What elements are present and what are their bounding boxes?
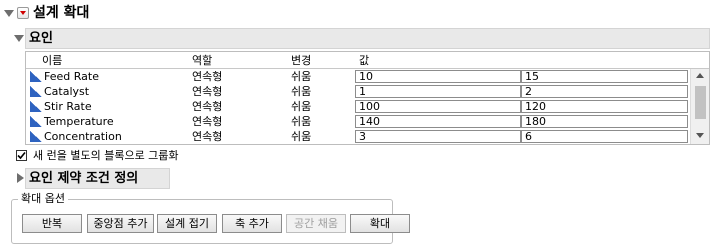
factor-name[interactable]: Concentration: [44, 129, 122, 144]
factors-table: 이름 역할 변경 값 Feed Rate 연속형 쉬움 10 15 Cataly…: [25, 51, 710, 145]
continuous-factor-icon: [30, 86, 42, 97]
space-filling-button[interactable]: 공간 채움: [286, 214, 346, 233]
scroll-up-icon[interactable]: [696, 73, 704, 78]
add-centerpoints-button[interactable]: 중앙점 추가: [87, 214, 154, 233]
factor-change: 쉬움: [291, 70, 312, 83]
augment-button[interactable]: 확대: [350, 214, 410, 233]
red-triangle-menu-icon[interactable]: [17, 7, 29, 19]
constraints-header[interactable]: 요인 제약 조건 정의: [25, 168, 170, 189]
augment-options-title: 확대 옵션: [18, 192, 68, 206]
vertical-scrollbar[interactable]: [690, 69, 709, 144]
factor-high-value[interactable]: 15: [521, 70, 688, 83]
continuous-factor-icon: [30, 131, 42, 142]
scroll-down-icon[interactable]: [696, 133, 704, 138]
factor-role: 연속형: [192, 85, 223, 98]
factor-role: 연속형: [192, 70, 223, 83]
column-header-change: 변경: [291, 54, 312, 67]
factor-low-value[interactable]: 140: [355, 115, 521, 128]
factors-header[interactable]: 요인: [25, 28, 710, 49]
factor-role: 연속형: [192, 100, 223, 113]
factor-role: 연속형: [192, 115, 223, 128]
factor-high-value[interactable]: 120: [521, 100, 688, 113]
factors-disclosure-icon[interactable]: [14, 35, 24, 42]
constraints-title: 요인 제약 조건 정의: [29, 171, 139, 186]
column-header-role: 역할: [192, 54, 213, 67]
factor-low-value[interactable]: 10: [355, 70, 521, 83]
fold-over-button[interactable]: 설계 접기: [157, 214, 217, 233]
factor-high-value[interactable]: 6: [521, 130, 688, 143]
design-title: 설계 확대: [33, 5, 90, 21]
checkmark-icon: [17, 151, 26, 160]
constraints-expand-icon[interactable]: [17, 173, 24, 183]
factor-change: 쉬움: [291, 115, 312, 128]
factor-name[interactable]: Temperature: [44, 114, 114, 129]
factor-change: 쉬움: [291, 130, 312, 143]
factor-low-value[interactable]: 100: [355, 100, 521, 113]
factor-name[interactable]: Stir Rate: [44, 99, 92, 114]
column-header-value: 값: [359, 54, 370, 67]
group-runs-checkbox[interactable]: [16, 150, 27, 161]
factor-low-value[interactable]: 3: [355, 130, 521, 143]
continuous-factor-icon: [30, 71, 42, 82]
group-runs-label[interactable]: 새 런을 별도의 블록으로 그룹화: [33, 148, 179, 163]
factor-name[interactable]: Feed Rate: [44, 69, 99, 84]
factor-change: 쉬움: [291, 100, 312, 113]
factor-name[interactable]: Catalyst: [44, 84, 89, 99]
replicate-button[interactable]: 반복: [22, 214, 82, 233]
disclosure-collapse-icon[interactable]: [4, 10, 14, 17]
factors-title: 요인: [29, 31, 53, 46]
continuous-factor-icon: [30, 101, 42, 112]
continuous-factor-icon: [30, 116, 42, 127]
factor-high-value[interactable]: 180: [521, 115, 688, 128]
scrollbar-thumb[interactable]: [695, 86, 706, 119]
factor-role: 연속형: [192, 130, 223, 143]
column-header-name: 이름: [42, 54, 63, 67]
add-axial-button[interactable]: 축 추가: [222, 214, 282, 233]
factor-low-value[interactable]: 1: [355, 85, 521, 98]
factor-high-value[interactable]: 2: [521, 85, 688, 98]
factor-change: 쉬움: [291, 85, 312, 98]
